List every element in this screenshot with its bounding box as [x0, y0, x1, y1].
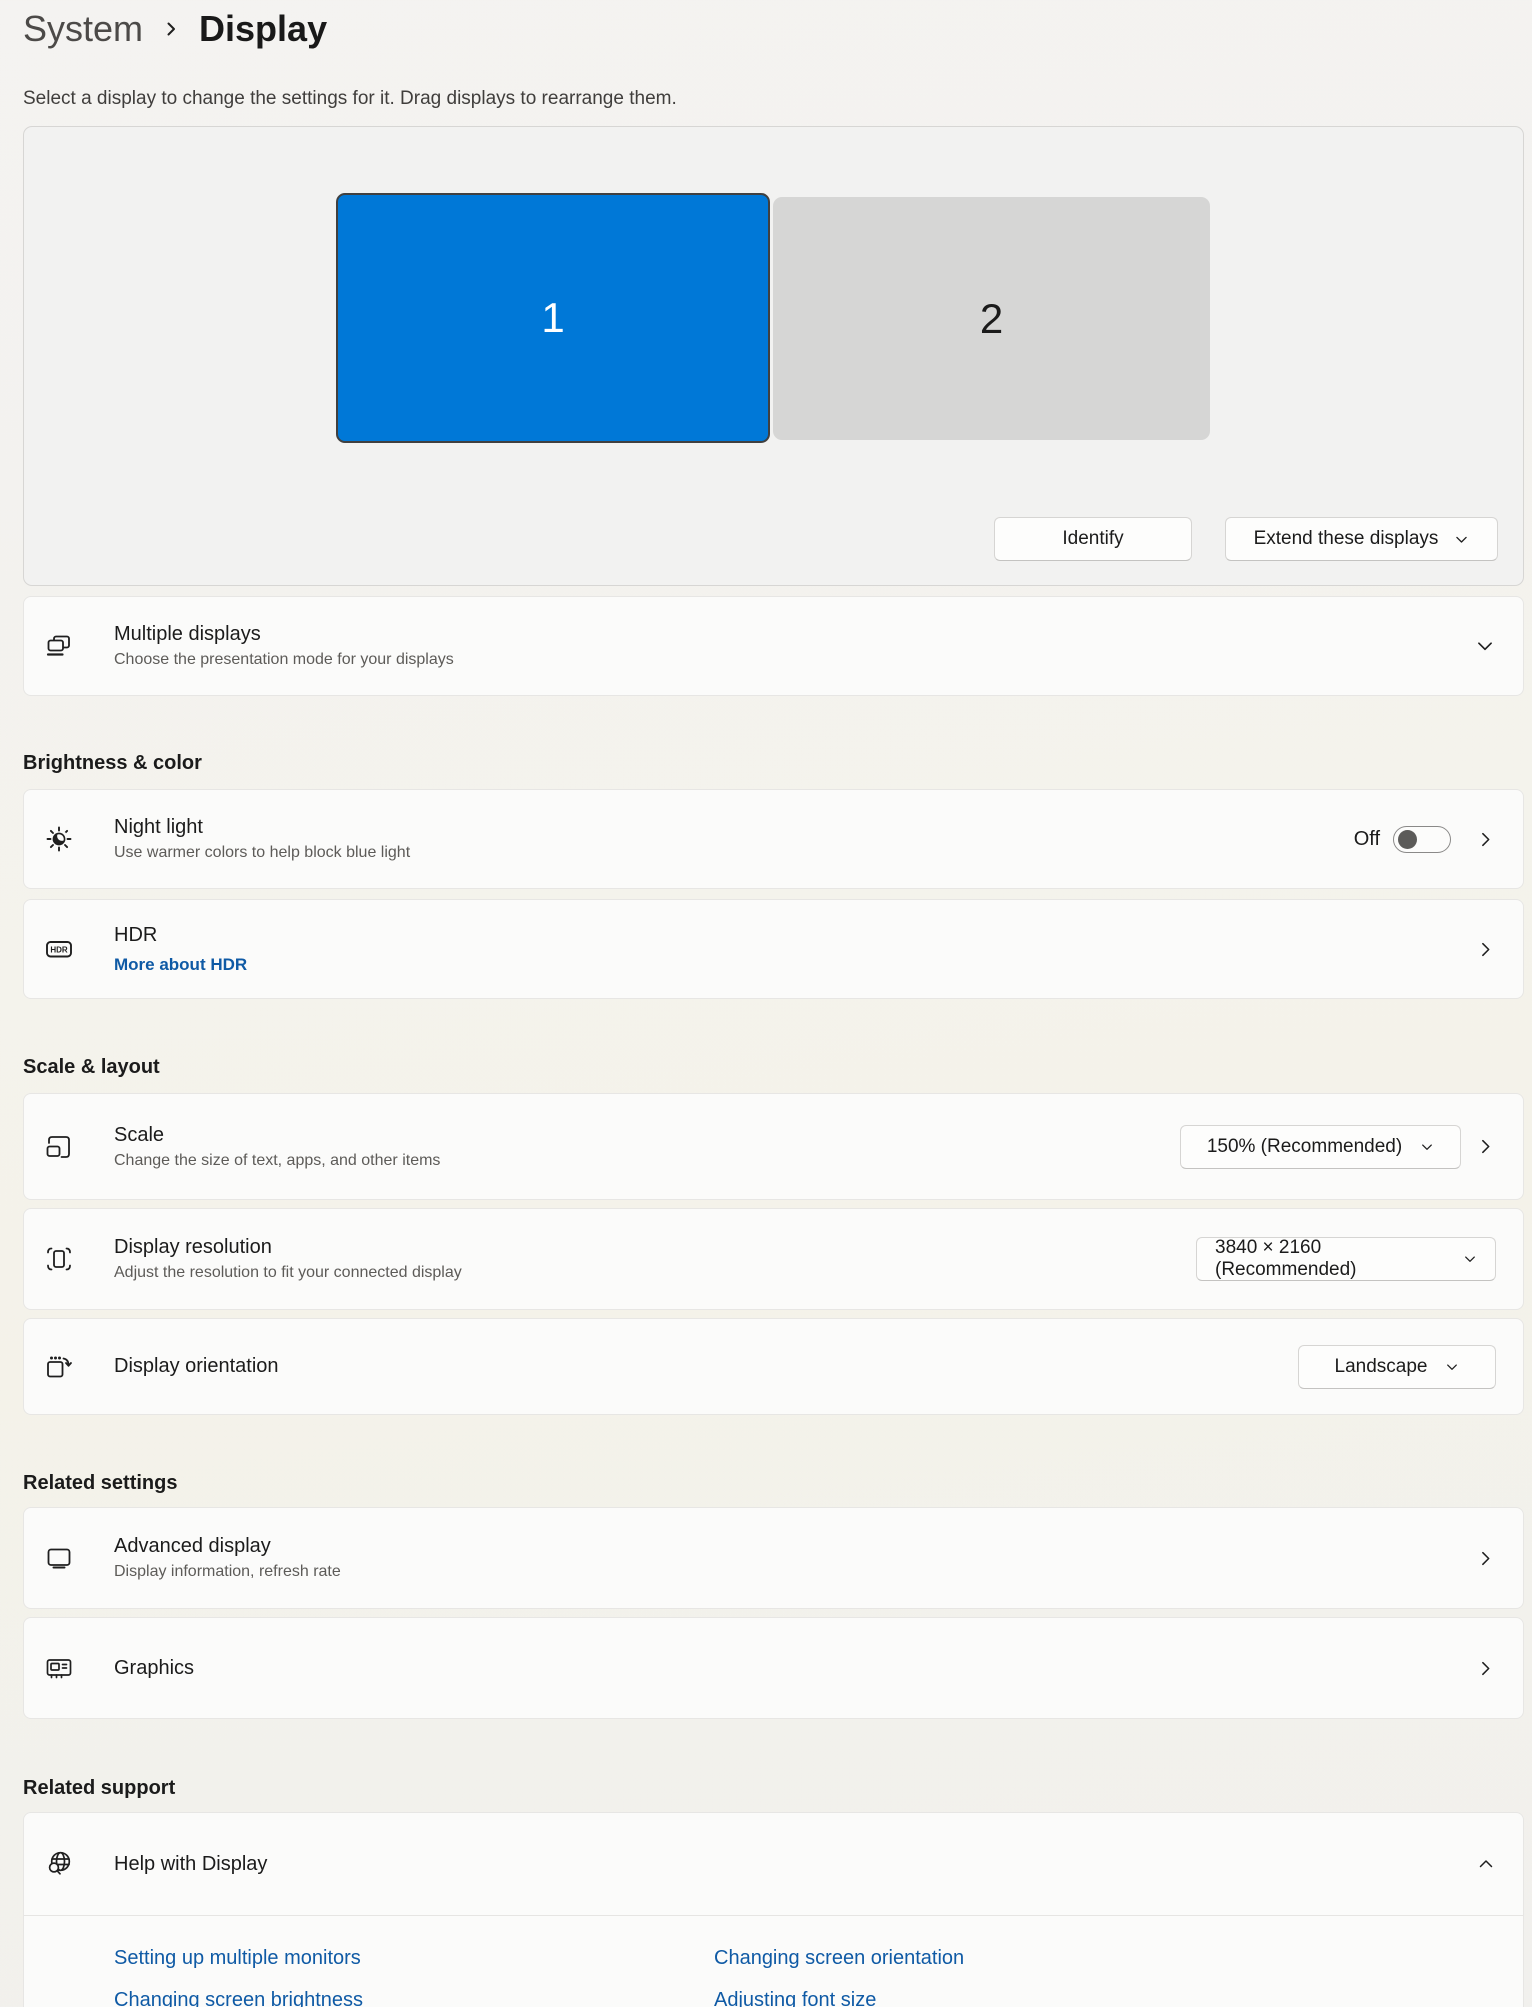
scale-value: 150% (Recommended) — [1206, 1135, 1403, 1157]
resolution-brackets-icon — [41, 1241, 77, 1277]
chevron-down-icon — [1420, 1140, 1434, 1154]
help-link-multiple-monitors[interactable]: Setting up multiple monitors — [114, 1947, 714, 1970]
section-brightness-color: Brightness & color — [23, 752, 202, 774]
help-with-display-row[interactable]: Help with Display — [24, 1813, 1523, 1915]
section-scale-layout: Scale & layout — [23, 1056, 160, 1078]
chevron-right-icon — [1476, 830, 1495, 849]
resolution-value: 3840 × 2160 (Recommended) — [1215, 1237, 1357, 1280]
sun-crescent-icon — [41, 821, 77, 857]
chevron-down-icon — [1454, 532, 1469, 547]
help-link-screen-orientation[interactable]: Changing screen orientation — [714, 1947, 1523, 1970]
night-light-row[interactable]: Night light Use warmer colors to help bl… — [23, 789, 1524, 889]
page-title: Display — [199, 8, 328, 49]
graphics-row[interactable]: Graphics — [23, 1617, 1524, 1719]
monitor-2[interactable]: 2 — [773, 197, 1210, 440]
night-light-subtitle: Use warmer colors to help block blue lig… — [114, 844, 411, 861]
hdr-row[interactable]: HDR HDR More about HDR — [23, 899, 1524, 999]
multiple-displays-row[interactable]: Multiple displays Choose the presentatio… — [23, 596, 1524, 696]
scale-subtitle: Change the size of text, apps, and other… — [114, 1151, 441, 1169]
advanced-display-subtitle: Display information, refresh rate — [114, 1563, 341, 1580]
scale-row[interactable]: Scale Change the size of text, apps, and… — [23, 1093, 1524, 1200]
help-link-screen-brightness[interactable]: Changing screen brightness — [114, 1989, 714, 2007]
multiple-displays-subtitle: Choose the presentation mode for your di… — [114, 651, 454, 668]
chevron-right-icon — [1476, 1137, 1495, 1156]
scale-resize-icon — [41, 1129, 77, 1165]
monitor-2-number: 2 — [979, 294, 1004, 342]
display-orientation-row: Display orientation Landscape — [23, 1318, 1524, 1415]
resolution-dropdown[interactable]: 3840 × 2160 (Recommended) — [1196, 1237, 1496, 1281]
night-light-state-label: Off — [1353, 827, 1380, 850]
chevron-right-icon — [1476, 1549, 1495, 1568]
identify-button[interactable]: Identify — [994, 517, 1192, 561]
monitor-icon — [41, 1540, 77, 1576]
settings-page: System Display Select a display to chang… — [23, 0, 1524, 2007]
help-link-font-size[interactable]: Adjusting font size — [714, 1989, 1523, 2007]
advanced-display-title: Advanced display — [114, 1535, 271, 1557]
monitor-1-number: 1 — [541, 294, 565, 341]
help-links: Setting up multiple monitors Changing sc… — [24, 1916, 1523, 2007]
svg-text:HDR: HDR — [50, 946, 68, 955]
orientation-dropdown[interactable]: Landscape — [1298, 1344, 1496, 1389]
display-resolution-title: Display resolution — [114, 1236, 272, 1258]
breadcrumb-system[interactable]: System — [23, 8, 143, 50]
display-resolution-row: Display resolution Adjust the resolution… — [23, 1208, 1524, 1310]
chevron-down-icon — [1475, 636, 1495, 656]
help-title: Help with Display — [114, 1852, 268, 1875]
scale-title: Scale — [114, 1123, 165, 1146]
breadcrumb: System Display — [23, 0, 1524, 50]
section-related-support: Related support — [23, 1777, 176, 1799]
display-orientation-title: Display orientation — [114, 1355, 279, 1377]
section-related-settings: Related settings — [23, 1472, 178, 1494]
rotate-screen-icon — [41, 1349, 77, 1385]
globe-search-icon — [41, 1846, 77, 1882]
chevron-down-icon — [1463, 1252, 1477, 1266]
hdr-badge-icon: HDR — [41, 931, 77, 967]
chevron-up-icon — [1477, 1855, 1495, 1873]
night-light-toggle[interactable] — [1393, 825, 1451, 853]
display-mode-dropdown[interactable]: Extend these displays — [1225, 517, 1498, 561]
chevron-right-icon — [161, 19, 181, 39]
hdr-more-link[interactable]: More about HDR — [114, 955, 247, 975]
hdr-title: HDR — [114, 923, 158, 946]
intro-text: Select a display to change the settings … — [23, 88, 677, 109]
advanced-display-row[interactable]: Advanced display Display information, re… — [23, 1507, 1524, 1609]
chevron-right-icon — [1476, 940, 1495, 959]
gpu-card-icon — [41, 1650, 77, 1686]
multiple-displays-title: Multiple displays — [114, 623, 261, 645]
chevron-right-icon — [1476, 1659, 1495, 1678]
orientation-value: Landscape — [1334, 1355, 1428, 1377]
display-mode-value: Extend these displays — [1253, 528, 1439, 549]
monitor-1[interactable]: 1 — [336, 193, 770, 443]
display-arrangement-panel: 1 2 Identify Extend these displays — [23, 126, 1524, 586]
toggle-knob — [1398, 829, 1417, 849]
chevron-down-icon — [1445, 1360, 1459, 1374]
display-resolution-subtitle: Adjust the resolution to fit your connec… — [114, 1264, 462, 1281]
identify-button-label: Identify — [1062, 528, 1124, 549]
graphics-title: Graphics — [114, 1656, 195, 1679]
night-light-title: Night light — [114, 816, 203, 838]
dual-monitors-icon — [41, 628, 77, 664]
help-card: Help with Display Setting up multiple mo… — [23, 1812, 1524, 2007]
scale-dropdown[interactable]: 150% (Recommended) — [1180, 1124, 1461, 1169]
